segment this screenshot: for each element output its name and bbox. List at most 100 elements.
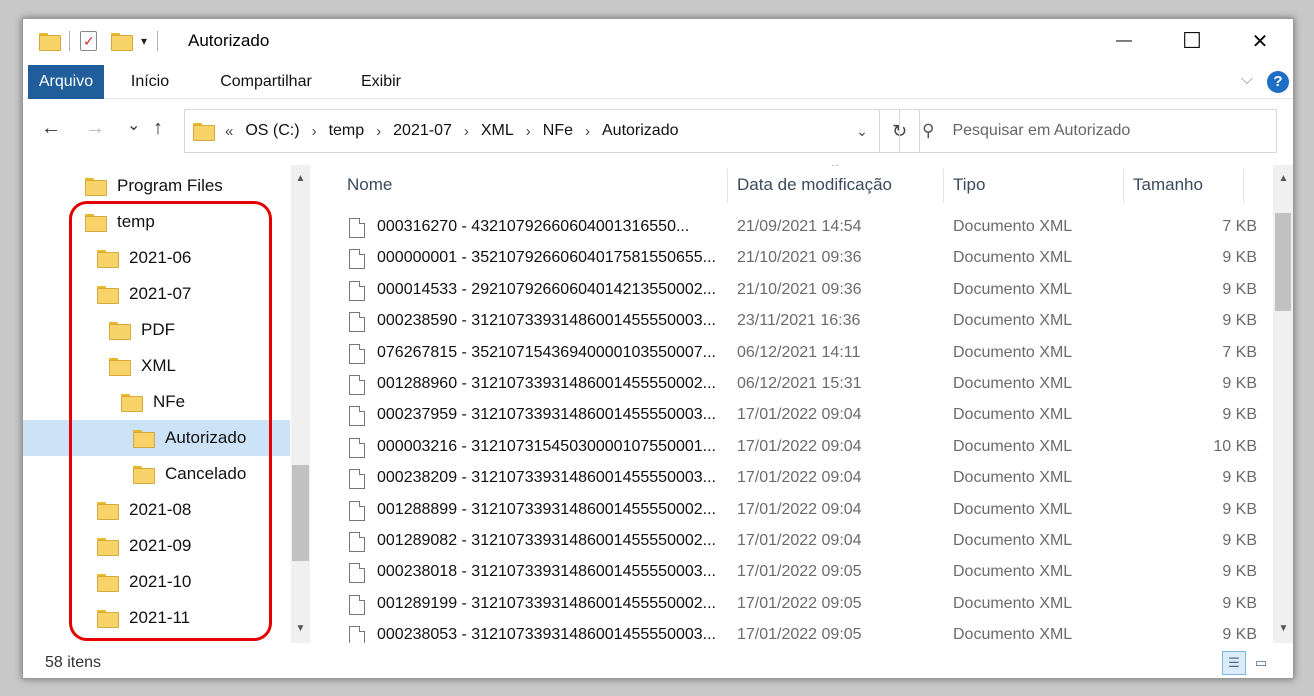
- tiles-view-icon: ▭: [1254, 655, 1268, 670]
- file-list-scrollbar[interactable]: ▲ ▼: [1273, 165, 1293, 643]
- tree-item-2021-07[interactable]: 2021-07: [97, 276, 191, 312]
- new-folder-icon[interactable]: [111, 33, 133, 51]
- breadcrumb-os-c[interactable]: OS (C:): [245, 122, 299, 140]
- file-date: 17/01/2022 09:04: [737, 406, 862, 424]
- file-name: 001289082 - 31210733931486001455550002..…: [377, 532, 716, 549]
- folder-icon: [109, 358, 131, 376]
- folder-icon: [85, 178, 107, 196]
- tree-item-label: 2021-10: [129, 572, 192, 591]
- file-list-scroll-thumb[interactable]: [1275, 213, 1291, 311]
- chevron-right-icon[interactable]: ›: [312, 123, 317, 140]
- file-size: 7 KB: [1222, 218, 1257, 235]
- tree-item-pdf[interactable]: PDF: [109, 312, 175, 348]
- table-row[interactable]: 000014533 - 29210792660604014213550002..…: [327, 276, 1277, 307]
- table-row[interactable]: 001289082 - 31210733931486001455550002..…: [327, 527, 1277, 558]
- file-name: 000238590 - 31210733931486001455550003..…: [377, 312, 716, 330]
- file-name: 000238209 - 31210733931486001455550003..…: [377, 469, 716, 487]
- up-icon[interactable]: ↑: [153, 117, 163, 140]
- close-button[interactable]: ✕: [1226, 19, 1293, 63]
- table-row[interactable]: 076267815 - 35210715436940000103550007..…: [327, 339, 1277, 370]
- folder-icon: [97, 574, 119, 592]
- tab-inicio[interactable]: Início: [115, 65, 185, 99]
- address-bar[interactable]: « OS (C:) › temp › 2021-07 › XML › NFe ›…: [184, 109, 880, 153]
- table-row[interactable]: 000003216 - 31210731545030000107550001..…: [327, 433, 1277, 464]
- help-icon[interactable]: ?: [1267, 71, 1289, 93]
- file-size: 9 KB: [1222, 500, 1257, 518]
- customize-toolbar-icon[interactable]: ▾: [141, 34, 147, 48]
- file-date: 21/09/2021 14:54: [737, 218, 862, 235]
- scroll-up-icon[interactable]: ▲: [292, 171, 309, 187]
- table-row[interactable]: 000316270 - 43210792660604001316550... 21…: [327, 213, 1277, 244]
- column-divider[interactable]: [727, 169, 728, 203]
- table-row[interactable]: 000238590 - 31210733931486001455550003..…: [327, 307, 1277, 338]
- recent-locations-icon[interactable]: ⌄: [127, 115, 140, 135]
- column-header-name[interactable]: Nome: [347, 165, 392, 205]
- address-dropdown-icon[interactable]: ⌄: [845, 110, 879, 152]
- explorer-window: ✓ ▾ Autorizado — ☐ ✕ Arquivo Início Comp…: [22, 18, 1294, 679]
- tab-compartilhar[interactable]: Compartilhar: [205, 65, 327, 99]
- file-date: 17/01/2022 09:05: [737, 594, 862, 612]
- scroll-down-icon[interactable]: ▼: [292, 621, 309, 637]
- forward-icon[interactable]: →: [85, 117, 105, 140]
- column-divider[interactable]: [1123, 169, 1124, 203]
- tree-item-2021-09[interactable]: 2021-09: [97, 528, 191, 564]
- table-row[interactable]: 000000001 - 35210792660604017581550655..…: [327, 244, 1277, 275]
- properties-icon[interactable]: ✓: [80, 31, 97, 51]
- nav-pane-scroll-thumb[interactable]: [292, 465, 309, 561]
- breadcrumb-nfe[interactable]: NFe: [543, 122, 573, 140]
- column-header-date[interactable]: Data de modificação: [737, 165, 892, 205]
- table-row[interactable]: 000238209 - 31210733931486001455550003..…: [327, 464, 1277, 495]
- file-type: Documento XML: [953, 532, 1073, 549]
- file-type: Documento XML: [953, 500, 1073, 518]
- column-header-type[interactable]: Tipo: [953, 165, 985, 205]
- maximize-button[interactable]: ☐: [1158, 19, 1226, 63]
- table-row[interactable]: 001289199 - 31210733931486001455550002..…: [327, 590, 1277, 621]
- scroll-up-icon[interactable]: ▲: [1275, 171, 1292, 187]
- chevron-right-icon[interactable]: ›: [526, 123, 531, 140]
- tree-item-label: temp: [117, 212, 155, 231]
- tree-item-cancelado[interactable]: Cancelado: [133, 456, 246, 492]
- folder-icon: [133, 430, 155, 448]
- table-row[interactable]: 000238053 - 31210733931486001455550003..…: [327, 621, 1277, 643]
- breadcrumb-xml[interactable]: XML: [481, 122, 514, 140]
- nav-pane-scrollbar[interactable]: ▲ ▼: [291, 165, 310, 643]
- table-row[interactable]: 000238018 - 31210733931486001455550003..…: [327, 558, 1277, 589]
- scroll-down-icon[interactable]: ▼: [1275, 621, 1292, 637]
- tree-item-autorizado[interactable]: Autorizado: [23, 420, 290, 456]
- breadcrumb-temp[interactable]: temp: [329, 122, 365, 140]
- chevron-right-icon[interactable]: ›: [376, 123, 381, 140]
- column-header-size[interactable]: Tamanho: [1133, 165, 1203, 205]
- folder-icon: [109, 322, 131, 340]
- tree-item-2021-08[interactable]: 2021-08: [97, 492, 191, 528]
- column-divider[interactable]: [943, 169, 944, 203]
- tree-item-2021-06[interactable]: 2021-06: [97, 240, 191, 276]
- details-view-button[interactable]: ☰: [1222, 651, 1246, 675]
- tree-item-nfe[interactable]: NFe: [121, 384, 185, 420]
- tree-item-temp[interactable]: temp: [85, 204, 155, 240]
- tab-arquivo[interactable]: Arquivo: [28, 65, 104, 99]
- file-date: 17/01/2022 09:04: [737, 500, 862, 518]
- address-overflow-icon[interactable]: «: [225, 123, 233, 140]
- back-icon[interactable]: ←: [41, 117, 61, 140]
- tree-item-2021-10[interactable]: 2021-10: [97, 564, 191, 600]
- chevron-right-icon[interactable]: ›: [585, 123, 590, 140]
- tree-item-program-files[interactable]: Program Files: [85, 168, 223, 204]
- breadcrumb-autorizado[interactable]: Autorizado: [602, 122, 679, 140]
- minimize-button[interactable]: —: [1090, 19, 1158, 63]
- tree-item-2021-11[interactable]: 2021-11: [97, 600, 190, 636]
- table-row[interactable]: 001288899 - 31210733931486001455550002..…: [327, 496, 1277, 527]
- file-type: Documento XML: [953, 312, 1073, 330]
- table-row[interactable]: 001288960 - 31210733931486001455550002..…: [327, 370, 1277, 401]
- tab-exibir[interactable]: Exibir: [349, 65, 413, 99]
- expand-ribbon-icon[interactable]: ⌵: [1241, 71, 1253, 89]
- folder-icon: [97, 286, 119, 304]
- breadcrumb-2021-07[interactable]: 2021-07: [393, 122, 452, 140]
- title-bar: ✓ ▾ Autorizado — ☐ ✕: [23, 19, 1293, 63]
- search-input[interactable]: ⚲ Pesquisar em Autorizado: [899, 109, 1277, 153]
- table-row[interactable]: 000237959 - 31210733931486001455550003..…: [327, 401, 1277, 432]
- column-divider[interactable]: [1243, 169, 1244, 203]
- tree-item-xml[interactable]: XML: [109, 348, 176, 384]
- chevron-right-icon[interactable]: ›: [464, 123, 469, 140]
- tiles-view-button[interactable]: ▭: [1249, 651, 1273, 675]
- xml-file-icon: [349, 594, 365, 615]
